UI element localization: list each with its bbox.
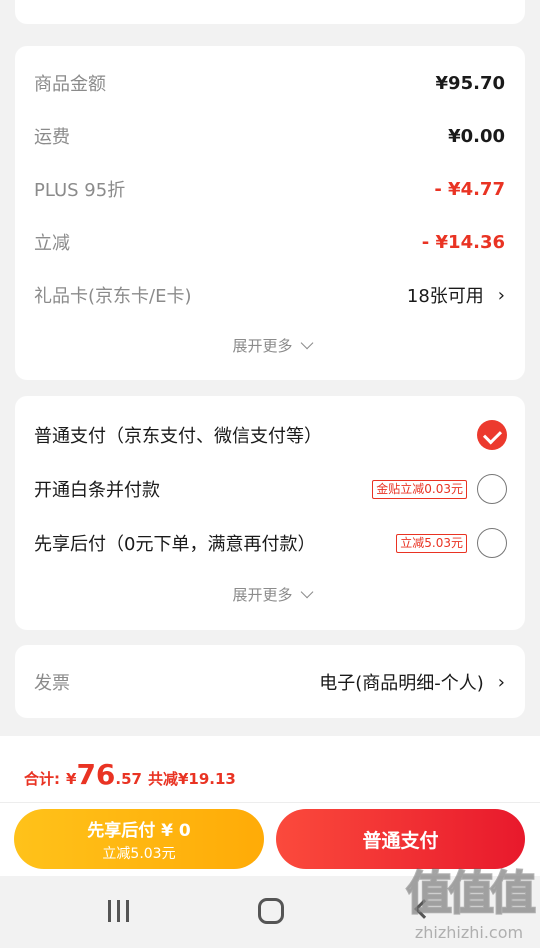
normal-pay-label: 普通支付 <box>362 829 439 852</box>
goods-amount-row: 商品金额 ¥95.70 <box>34 70 505 96</box>
recent-apps-icon[interactable] <box>108 900 129 922</box>
gift-card-label: 礼品卡(京东卡/E卡) <box>34 286 192 307</box>
pay-later-main-label: 先享后付 ¥ 0 <box>87 820 191 841</box>
home-icon[interactable] <box>258 898 284 924</box>
watermark-logo: 值值值 <box>405 865 537 921</box>
shipping-row: 运费 ¥0.00 <box>34 123 505 149</box>
shipping-value: ¥0.00 <box>448 125 505 147</box>
instant-discount-value: - ¥14.36 <box>421 231 505 253</box>
total-decimal: .57 <box>115 770 142 788</box>
chevron-right-icon: › <box>497 284 505 306</box>
order-total: 合计: ¥ 76 .57 共减¥19.13 <box>24 758 236 791</box>
plus-discount-label: PLUS 95折 <box>34 180 126 201</box>
payment-option-label: 普通支付（京东支付、微信支付等） <box>34 426 322 447</box>
invoice-row[interactable]: 发票 电子(商品明细-个人) › <box>34 669 505 695</box>
payment-expand-label: 展开更多 <box>232 586 293 604</box>
chevron-down-icon <box>300 585 313 599</box>
instant-discount-row: 立减 - ¥14.36 <box>34 229 505 255</box>
shipping-label: 运费 <box>34 127 70 148</box>
summary-expand-more[interactable]: 展开更多 <box>15 335 525 356</box>
promo-badge: 金贴立减0.03元 <box>372 479 467 499</box>
invoice-label: 发票 <box>34 673 70 694</box>
radio-circle-icon[interactable] <box>477 474 507 504</box>
payment-option-normal[interactable]: 普通支付（京东支付、微信支付等） <box>34 420 507 450</box>
promo-badge: 立减5.03元 <box>396 533 467 553</box>
payment-option-label: 开通白条并付款 <box>34 480 160 501</box>
system-nav-bar: 值值值 zhizhizhi.com <box>0 865 540 948</box>
order-summary-card: 商品金额 ¥95.70 运费 ¥0.00 PLUS 95折 - ¥4.77 立减… <box>15 46 525 380</box>
payment-option-baitiao[interactable]: 开通白条并付款 金贴立减0.03元 <box>34 474 507 504</box>
chevron-down-icon <box>300 336 313 350</box>
total-currency: ¥ <box>66 770 77 788</box>
chevron-right-icon: › <box>497 671 505 693</box>
total-integer: 76 <box>76 758 116 791</box>
gift-card-row[interactable]: 礼品卡(京东卡/E卡) 18张可用 › <box>34 282 505 308</box>
invoice-value: 电子(商品明细-个人) <box>319 673 484 694</box>
payment-option-label: 先享后付（0元下单，满意再付款） <box>34 534 316 555</box>
goods-amount-label: 商品金额 <box>34 74 106 95</box>
pay-later-button[interactable]: 先享后付 ¥ 0 立减5.03元 <box>14 809 264 869</box>
total-label: 合计: <box>24 770 60 788</box>
product-card-partial <box>15 0 525 24</box>
goods-amount-value: ¥95.70 <box>435 72 505 94</box>
summary-expand-label: 展开更多 <box>232 337 293 355</box>
divider <box>0 802 540 803</box>
invoice-card[interactable]: 发票 电子(商品明细-个人) › <box>15 645 525 718</box>
plus-discount-value: - ¥4.77 <box>434 178 505 200</box>
gift-card-value: 18张可用 <box>406 286 484 307</box>
radio-circle-icon[interactable] <box>477 528 507 558</box>
payment-method-card: 普通支付（京东支付、微信支付等） 开通白条并付款 金贴立减0.03元 先享后付（… <box>15 396 525 630</box>
payment-option-pay-later[interactable]: 先享后付（0元下单，满意再付款） 立减5.03元 <box>34 528 507 558</box>
watermark-url: zhizhizhi.com <box>414 923 524 942</box>
plus-discount-row: PLUS 95折 - ¥4.77 <box>34 176 505 202</box>
check-circle-icon[interactable] <box>477 420 507 450</box>
checkout-bar: 合计: ¥ 76 .57 共减¥19.13 先享后付 ¥ 0 立减5.03元 普… <box>0 736 540 876</box>
instant-discount-label: 立减 <box>34 233 70 254</box>
watermark: 值值值 zhizhizhi.com <box>405 857 537 942</box>
payment-expand-more[interactable]: 展开更多 <box>15 584 525 605</box>
total-saving: 共减¥19.13 <box>147 770 236 788</box>
pay-later-sub-label: 立减5.03元 <box>102 845 176 862</box>
